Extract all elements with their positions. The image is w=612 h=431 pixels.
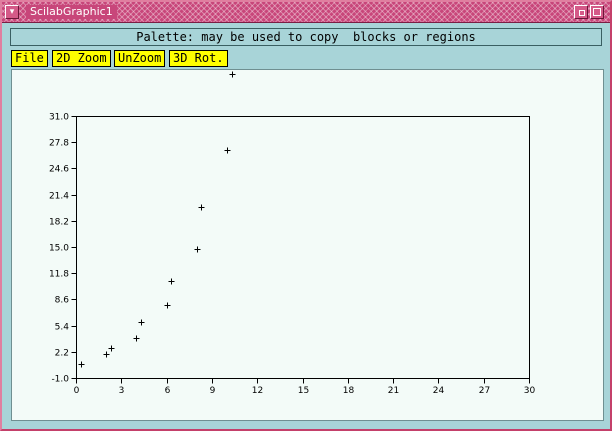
scatter-plot: 0 3 6 9 12 15 18 21 24 27 30 -1.0 2.2 5.4 8.6 11.8 15.0 1… (49, 71, 536, 396)
data-point-marker (194, 246, 201, 253)
y-tick-label: 5.4 (55, 323, 70, 333)
y-tick-label: 15.0 (49, 244, 69, 254)
data-point-marker (133, 335, 140, 342)
data-point-marker (198, 204, 205, 211)
x-tick-label: 18 (343, 386, 355, 396)
data-point-marker (103, 351, 110, 358)
y-tick-label: -1.0 (51, 375, 69, 385)
y-tick-label: 2.2 (55, 349, 69, 359)
y-tick-label: 11.8 (49, 270, 69, 280)
x-tick-label: 12 (252, 386, 263, 396)
unzoom-button[interactable]: UnZoom (114, 50, 166, 67)
status-message: Palette: may be used to copy blocks or r… (10, 28, 602, 46)
y-tick-label: 8.6 (55, 296, 70, 306)
plot-canvas[interactable]: 0 3 6 9 12 15 18 21 24 27 30 -1.0 2.2 5.4 8.6 11.8 15.0 1… (11, 69, 604, 421)
data-point-marker (224, 147, 231, 154)
minimize-icon[interactable] (574, 5, 588, 19)
x-tick-label: 9 (210, 386, 216, 396)
2d-zoom-button[interactable]: 2D Zoom (52, 50, 111, 67)
y-tick-label: 24.6 (49, 165, 69, 175)
plot-frame (76, 116, 530, 379)
window-menu-icon[interactable]: ▾ (5, 5, 19, 19)
y-tick-label: 21.4 (49, 192, 69, 202)
x-tick-label: 27 (479, 386, 490, 396)
x-tick-label: 24 (433, 386, 445, 396)
title-bar[interactable]: ▾ ScilabGraphic1 (2, 2, 610, 23)
data-point-marker (138, 319, 145, 326)
x-tick-label: 30 (524, 386, 536, 396)
data-point-marker (73, 375, 80, 382)
3d-rot-button[interactable]: 3D Rot. (169, 50, 228, 67)
x-tick-label: 0 (74, 386, 80, 396)
data-point-marker (168, 278, 175, 285)
data-point-marker (78, 361, 85, 368)
y-tick-label: 27.8 (49, 139, 69, 149)
x-tick-label: 3 (119, 386, 125, 396)
scilab-graphic-window: ▾ ScilabGraphic1 Palette: may be used to… (0, 0, 612, 431)
x-tick-label: 21 (388, 386, 399, 396)
x-tick-label: 6 (165, 386, 171, 396)
maximize-icon[interactable] (590, 5, 604, 19)
window-title: ScilabGraphic1 (26, 5, 117, 19)
file-button[interactable]: File (11, 50, 48, 67)
data-point-marker (229, 71, 236, 78)
data-point-marker (108, 345, 115, 352)
x-tick-label: 15 (298, 386, 309, 396)
y-tick-label: 31.0 (49, 113, 69, 123)
data-point-marker (164, 302, 171, 309)
y-tick-label: 18.2 (49, 218, 69, 228)
